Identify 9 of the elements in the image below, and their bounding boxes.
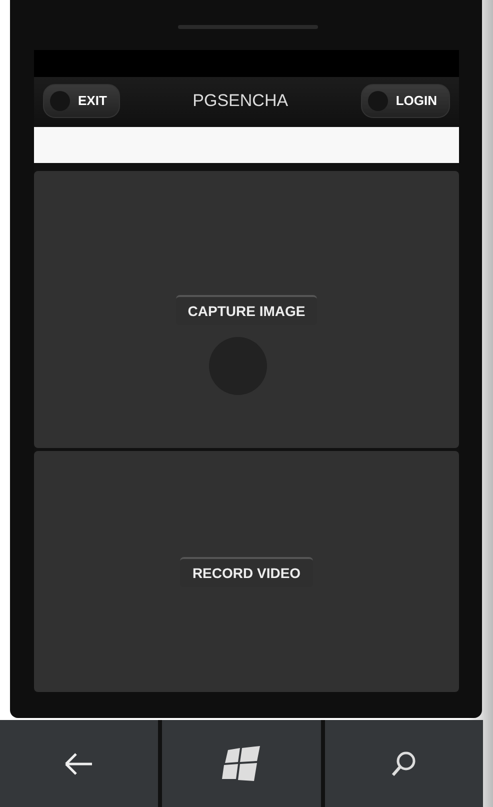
- app-title: PGSENCHA: [192, 90, 288, 110]
- login-button[interactable]: LOGIN: [360, 84, 450, 118]
- exit-button[interactable]: EXIT: [43, 84, 120, 118]
- back-arrow-icon: [64, 752, 94, 776]
- input-field[interactable]: [34, 127, 459, 163]
- circle-icon: [368, 90, 388, 110]
- start-key[interactable]: [162, 720, 321, 807]
- windows-logo-icon: [220, 746, 262, 782]
- circle-icon: [50, 90, 70, 110]
